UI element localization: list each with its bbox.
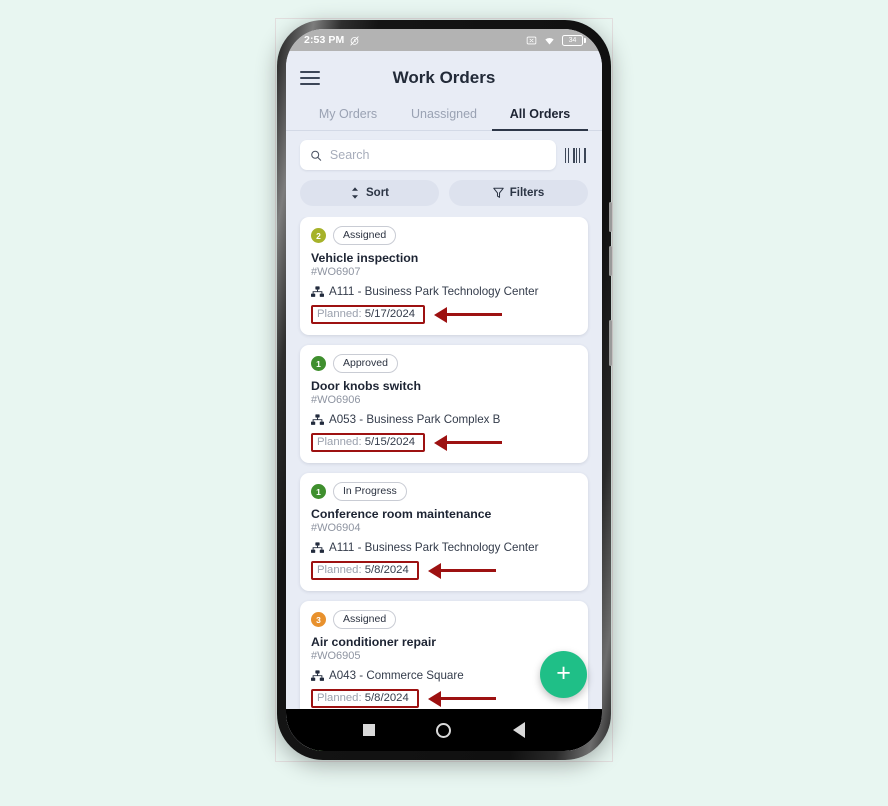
filters-label: Filters	[509, 187, 545, 199]
tab-bar: My Orders Unassigned All Orders	[286, 96, 602, 131]
annotation-arrow	[434, 306, 503, 323]
cast-off-icon	[526, 36, 537, 44]
annotation-arrow	[427, 690, 496, 707]
sitemap-icon	[311, 285, 324, 297]
hamburger-menu-icon[interactable]	[300, 71, 320, 85]
work-order-list[interactable]: 2 Assigned Vehicle inspection #WO6907 A1…	[286, 217, 602, 751]
planned-row: Planned: 5/17/2024	[311, 305, 577, 325]
barcode-scan-icon[interactable]	[564, 147, 588, 163]
work-order-title: Vehicle inspection	[311, 251, 419, 266]
square-recents-icon[interactable]	[362, 724, 375, 736]
header-row: Work Orders	[286, 60, 602, 96]
volume-down-button[interactable]	[609, 246, 612, 276]
status-badge: Assigned	[333, 226, 397, 246]
sort-updown-icon	[352, 187, 358, 199]
priority-badge: 1	[311, 484, 326, 500]
status-bar-right: 34	[526, 34, 586, 46]
add-work-order-fab[interactable]: +	[540, 651, 587, 698]
work-order-card[interactable]: 1 In Progress Conference room maintenanc…	[300, 473, 588, 592]
planned-label: Planned:	[317, 564, 362, 577]
circle-home-icon[interactable]	[436, 722, 452, 738]
battery-icon: 34	[562, 34, 586, 46]
status-badge: Approved	[333, 354, 398, 374]
tab-all-orders[interactable]: All Orders	[492, 102, 588, 131]
actions-row: Sort Filters	[286, 170, 602, 217]
planned-label: Planned:	[317, 436, 362, 449]
plus-icon: +	[556, 658, 571, 687]
alarm-off-icon	[350, 35, 359, 45]
location-label: A043 - Commerce Square	[329, 669, 464, 683]
planned-row: Planned: 5/8/2024	[311, 561, 577, 581]
card-header: 1 In Progress	[311, 482, 577, 502]
status-badge: In Progress	[333, 482, 407, 502]
tab-unassigned[interactable]: Unassigned	[396, 102, 492, 131]
sort-label: Sort	[366, 187, 389, 199]
wifi-icon	[545, 37, 554, 44]
annotation-arrow	[427, 562, 496, 579]
sort-button[interactable]: Sort	[300, 180, 439, 206]
annotation-arrow	[434, 434, 503, 451]
status-badge: Assigned	[333, 610, 397, 630]
sitemap-icon	[311, 670, 324, 681]
card-header: 2 Assigned	[311, 226, 577, 246]
location-label: A111 - Business Park Technology Center	[329, 541, 539, 555]
work-order-title: Door knobs switch	[311, 379, 421, 394]
search-input[interactable]	[329, 148, 546, 162]
work-order-card[interactable]: 1 Approved Door knobs switch #WO6906 A05…	[300, 345, 588, 464]
android-nav-bar	[286, 709, 602, 751]
planned-date: 5/15/2024	[364, 436, 416, 449]
planned-date-highlight: Planned: 5/17/2024	[311, 305, 426, 325]
priority-badge: 2	[311, 228, 326, 244]
sitemap-icon	[311, 542, 324, 553]
phone-screen: 2:53 PM 34 Work Orders My Orders Unassig…	[286, 29, 602, 751]
work-order-card[interactable]: 2 Assigned Vehicle inspection #WO6907 A1…	[300, 217, 588, 336]
funnel-filter-icon	[493, 187, 504, 198]
app-header: Work Orders My Orders Unassigned All Ord…	[286, 51, 602, 217]
location-label: A053 - Business Park Complex B	[329, 413, 501, 427]
work-order-title: Air conditioner repair	[311, 635, 437, 650]
work-order-number: #WO6905	[311, 650, 361, 663]
search-box[interactable]	[300, 140, 556, 170]
planned-date-highlight: Planned: 5/8/2024	[311, 561, 419, 581]
planned-label: Planned:	[317, 692, 362, 705]
page-title: Work Orders	[392, 68, 496, 87]
planned-date: 5/8/2024	[364, 564, 409, 577]
battery-level: 34	[568, 36, 577, 44]
priority-badge: 3	[311, 612, 326, 628]
status-bar: 2:53 PM 34	[286, 29, 602, 51]
work-order-number: #WO6907	[311, 266, 361, 279]
work-order-location: A043 - Commerce Square	[311, 669, 577, 682]
work-order-number: #WO6906	[311, 394, 361, 407]
filters-button[interactable]: Filters	[449, 180, 588, 206]
card-header: 3 Assigned	[311, 610, 577, 630]
search-icon	[311, 150, 322, 161]
search-row	[286, 131, 602, 170]
location-label: A111 - Business Park Technology Center	[329, 285, 539, 299]
planned-date: 5/17/2024	[364, 308, 416, 321]
work-order-location: A053 - Business Park Complex B	[311, 413, 577, 426]
priority-badge: 1	[311, 356, 326, 372]
status-bar-left: 2:53 PM	[304, 34, 360, 46]
planned-date: 5/8/2024	[364, 692, 409, 705]
triangle-back-icon[interactable]	[513, 722, 526, 738]
card-header: 1 Approved	[311, 354, 577, 374]
planned-row: Planned: 5/15/2024	[311, 433, 577, 453]
phone-device: 2:53 PM 34 Work Orders My Orders Unassig…	[277, 20, 612, 760]
power-button[interactable]	[609, 320, 612, 366]
planned-row: Planned: 5/8/2024	[311, 689, 577, 709]
work-order-location: A111 - Business Park Technology Center	[311, 541, 577, 554]
status-time: 2:53 PM	[304, 34, 345, 46]
sitemap-icon	[311, 413, 324, 425]
planned-label: Planned:	[317, 308, 362, 321]
work-order-title: Conference room maintenance	[311, 507, 492, 522]
planned-date-highlight: Planned: 5/15/2024	[311, 433, 426, 453]
tab-my-orders[interactable]: My Orders	[300, 102, 396, 131]
volume-up-button[interactable]	[609, 202, 612, 232]
work-order-number: #WO6904	[311, 522, 361, 535]
planned-date-highlight: Planned: 5/8/2024	[311, 689, 419, 709]
work-order-location: A111 - Business Park Technology Center	[311, 285, 577, 298]
